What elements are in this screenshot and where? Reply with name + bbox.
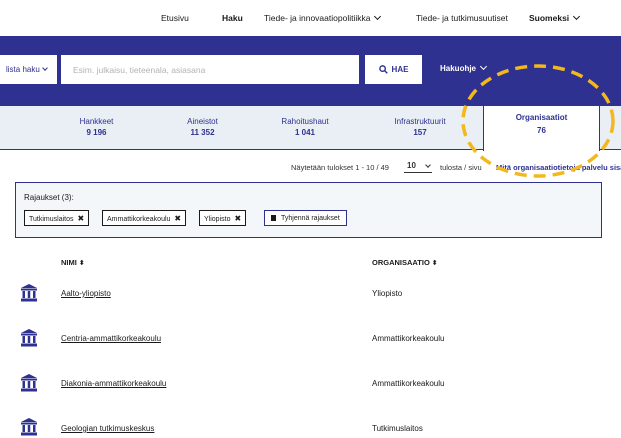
table-row-type: Yliopisto <box>372 289 403 298</box>
table-row-name[interactable]: Aalto-yliopisto <box>61 289 111 298</box>
chevron-down-icon <box>425 162 431 168</box>
nav-tiede-innovaatiopolitiikka[interactable]: Tiede- ja innovaatiopolitiikka <box>264 12 382 23</box>
university-icon <box>21 418 37 436</box>
chevron-down-icon <box>41 65 48 71</box>
sort-icon: ⬍ <box>431 260 438 267</box>
clear-filters-button[interactable]: Tyhjennä rajaukset <box>264 210 347 226</box>
search-scope-dropdown[interactable]: lista haku <box>0 55 57 84</box>
filter-chip-label: Yliopisto <box>204 216 231 223</box>
filter-chip-label: Tutkimuslaitos <box>29 216 74 223</box>
nav-etusivu[interactable]: Etusivu <box>161 13 189 23</box>
tab-count: 9 196 <box>86 128 107 137</box>
tab-aineistot[interactable]: Aineistot 11 352 <box>155 106 250 150</box>
active-filters: Rajaukset (3): Tutkimuslaitos ✖ Ammattiko… <box>15 182 602 238</box>
filter-chip-yliopisto[interactable]: Yliopisto ✖ <box>199 210 247 226</box>
table-row-type: Ammattikorkeakoulu <box>372 379 445 388</box>
nav-tiede-innovaatiopolitiikka-label: Tiede- ja innovaatiopolitiikka <box>264 13 371 23</box>
search-button[interactable]: HAE <box>365 55 422 84</box>
top-navigation: Etusivu Haku Tiede- ja innovaatiopolitii… <box>0 0 621 36</box>
tab-count: 1 041 <box>294 128 316 137</box>
language-selector[interactable]: Suomeksi <box>529 12 581 23</box>
university-icon <box>21 329 37 347</box>
close-icon[interactable]: ✖ <box>234 214 241 223</box>
language-label: Suomeksi <box>529 13 570 23</box>
column-header-organisaatio[interactable]: ORGANISAATIO ⬍ <box>372 258 438 267</box>
search-icon <box>378 65 388 74</box>
tab-label: Aineistot <box>187 117 218 126</box>
clear-filters-label: Tyhjennä rajaukset <box>281 215 340 222</box>
tab-count: 11 352 <box>190 128 215 137</box>
column-header-label: NIMI <box>61 258 77 267</box>
table-row-name[interactable]: Geologian tutkimuskeskus <box>61 424 154 433</box>
nav-tiede-tutkimusuutiset[interactable]: Tiede- ja tutkimusuutiset <box>416 13 508 23</box>
tab-label: Hankkeet <box>79 117 114 126</box>
chevron-down-icon <box>374 12 382 21</box>
highlight-ellipse <box>461 64 615 178</box>
filter-chip-label: Ammattikorkeakoulu <box>107 216 171 223</box>
table-row-type: Ammattikorkeakoulu <box>372 334 445 343</box>
per-page-underline <box>404 172 432 173</box>
nav-haku[interactable]: Haku <box>222 13 243 23</box>
filter-chip-tutkimuslaitos[interactable]: Tutkimuslaitos ✖ <box>24 210 90 226</box>
column-header-nimi[interactable]: NIMI ⬍ <box>61 258 85 267</box>
trash-icon <box>271 215 276 221</box>
search-button-label: HAE <box>391 65 409 74</box>
tab-hankkeet[interactable]: Hankkeet 9 196 <box>38 106 155 150</box>
table-row-type: Tutkimuslaitos <box>372 424 423 433</box>
per-page-select[interactable]: 10 <box>407 161 416 170</box>
filters-title: Rajaukset (3): <box>24 193 74 202</box>
close-icon[interactable]: ✖ <box>174 214 181 223</box>
column-header-label: ORGANISAATIO <box>372 258 430 267</box>
university-icon <box>21 284 37 302</box>
close-icon[interactable]: ✖ <box>77 214 84 223</box>
university-icon <box>21 374 37 392</box>
search-scope-label: lista haku <box>6 65 40 74</box>
tab-label: Rahoitushaut <box>281 117 329 126</box>
table-row-name[interactable]: Centria-ammattikorkeakoulu <box>61 334 161 343</box>
chevron-down-icon <box>573 12 581 21</box>
tab-rahoitushaut[interactable]: Rahoitushaut 1 041 <box>250 106 360 150</box>
results-shown-text: Näytetään tulokset 1 - 10 / 49 <box>291 163 389 172</box>
filter-chip-ammattikorkeakoulu[interactable]: Ammattikorkeakoulu ✖ <box>102 210 187 226</box>
sort-icon: ⬍ <box>78 260 85 267</box>
table-row-name[interactable]: Diakonia-ammattikorkeakoulu <box>61 379 166 388</box>
search-input[interactable] <box>61 55 359 84</box>
